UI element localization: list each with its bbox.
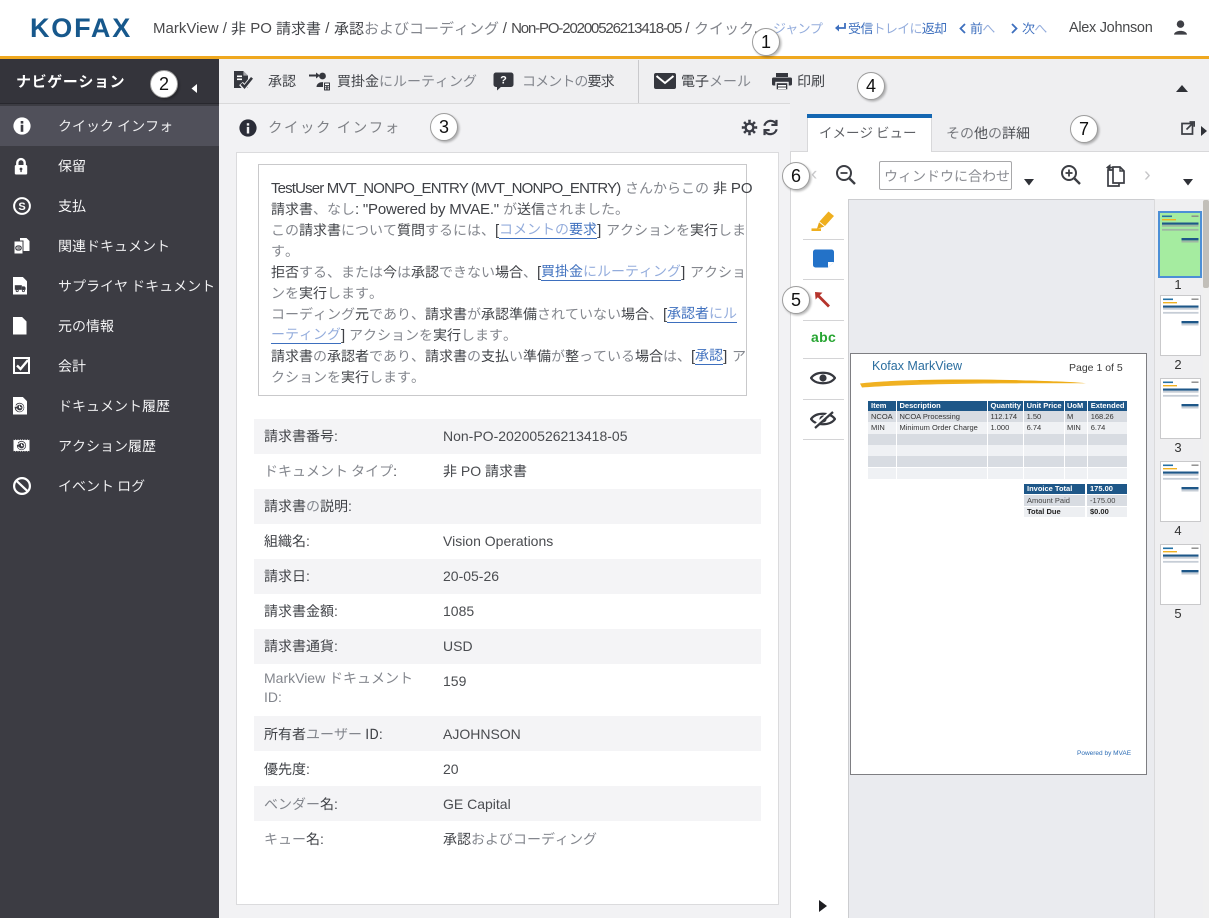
- svg-text:S: S: [18, 201, 25, 213]
- svg-text:?: ?: [500, 74, 507, 86]
